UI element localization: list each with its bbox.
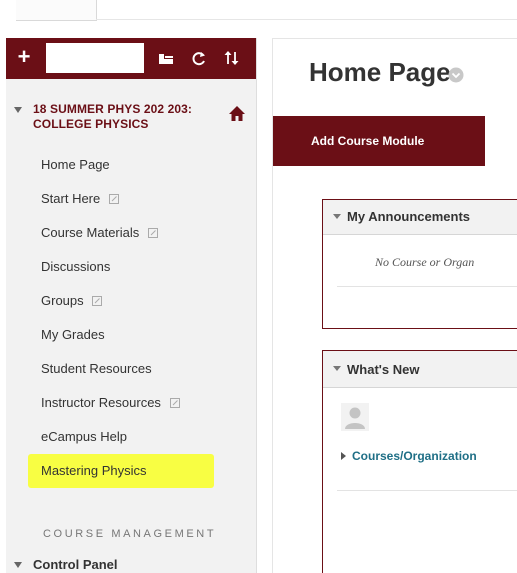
courses-organizations-link[interactable]: Courses/Organization bbox=[341, 449, 477, 463]
module-title: What's New bbox=[347, 362, 420, 377]
top-strip bbox=[0, 0, 517, 26]
collapse-caret-icon[interactable] bbox=[333, 366, 341, 371]
menu-item-ecampus-help[interactable]: eCampus Help bbox=[6, 420, 256, 454]
menu-item-label: Groups bbox=[41, 293, 84, 308]
divider bbox=[337, 286, 517, 287]
home-icon[interactable] bbox=[228, 105, 246, 123]
whats-new-module: What's New Courses/Organization bbox=[322, 350, 517, 573]
menu-item-label: My Grades bbox=[41, 327, 105, 342]
module-title: My Announcements bbox=[347, 209, 471, 224]
collapse-caret-icon[interactable] bbox=[14, 562, 22, 568]
menu-item-label: Mastering Physics bbox=[41, 463, 147, 478]
menu-item-student-resources[interactable]: Student Resources bbox=[6, 352, 256, 386]
course-menu: + 18 SUMMER PHYS 202 203: COLLEGE PHYSIC… bbox=[6, 38, 257, 573]
menu-item-label: Discussions bbox=[41, 259, 111, 274]
menu-item-label: Student Resources bbox=[41, 361, 152, 376]
menu-item-label: Instructor Resources bbox=[41, 395, 161, 410]
course-menu-toolbar: + bbox=[6, 38, 256, 79]
blackboard-course-page: + 18 SUMMER PHYS 202 203: COLLEGE PHYSIC… bbox=[0, 0, 517, 573]
course-title[interactable]: 18 SUMMER PHYS 202 203: COLLEGE PHYSICS bbox=[33, 102, 208, 132]
menu-item-my-grades[interactable]: My Grades bbox=[6, 318, 256, 352]
page-title: Home Page bbox=[309, 57, 451, 87]
course-management-label: COURSE MANAGEMENT bbox=[43, 528, 217, 540]
page-title-row: Home Page bbox=[273, 57, 517, 101]
module-header: What's New bbox=[323, 351, 517, 388]
external-link-icon bbox=[169, 398, 180, 408]
course-menu-search-input[interactable] bbox=[46, 43, 144, 73]
add-course-module-button[interactable]: Add Course Module bbox=[273, 116, 485, 166]
menu-item-label: Home Page bbox=[41, 157, 110, 172]
folder-view-icon[interactable] bbox=[155, 47, 177, 69]
chevron-down-icon[interactable] bbox=[448, 67, 464, 83]
sort-arrows-icon[interactable] bbox=[221, 47, 243, 69]
courses-organizations-label: Courses/Organization bbox=[352, 449, 477, 463]
menu-item-mastering-physics[interactable]: Mastering Physics bbox=[6, 454, 256, 488]
top-strip-box bbox=[16, 0, 97, 21]
user-avatar-icon bbox=[341, 403, 369, 431]
external-link-icon bbox=[108, 194, 119, 204]
menu-item-label: Start Here bbox=[41, 191, 101, 206]
divider bbox=[337, 490, 517, 491]
collapse-caret-icon[interactable] bbox=[333, 214, 341, 219]
control-panel-toggle[interactable]: Control Panel bbox=[6, 550, 256, 573]
menu-item-groups[interactable]: Groups bbox=[6, 284, 256, 318]
course-title-row[interactable]: 18 SUMMER PHYS 202 203: COLLEGE PHYSICS bbox=[6, 95, 256, 145]
control-panel-label: Control Panel bbox=[33, 557, 118, 572]
menu-item-label: Course Materials bbox=[41, 225, 140, 240]
external-link-icon bbox=[147, 228, 158, 238]
my-announcements-module: My Announcements No Course or Organ bbox=[322, 199, 517, 329]
collapse-caret-icon[interactable] bbox=[14, 107, 22, 113]
course-menu-list: Home Page Start Here Course Materials Di… bbox=[6, 148, 256, 488]
menu-item-instructor-resources[interactable]: Instructor Resources bbox=[6, 386, 256, 420]
menu-item-start-here[interactable]: Start Here bbox=[6, 182, 256, 216]
refresh-icon[interactable] bbox=[188, 47, 210, 69]
menu-item-discussions[interactable]: Discussions bbox=[6, 250, 256, 284]
empty-message: No Course or Organ bbox=[375, 255, 475, 269]
menu-item-home-page[interactable]: Home Page bbox=[6, 148, 256, 182]
top-strip-line bbox=[96, 19, 517, 20]
external-link-icon bbox=[92, 296, 103, 306]
plus-icon[interactable]: + bbox=[12, 45, 36, 69]
menu-item-label: eCampus Help bbox=[41, 429, 127, 444]
main-content: Home Page Add Course Module My Announcem… bbox=[272, 38, 517, 573]
expand-triangle-icon[interactable] bbox=[341, 452, 346, 460]
menu-item-course-materials[interactable]: Course Materials bbox=[6, 216, 256, 250]
module-header: My Announcements bbox=[323, 200, 517, 235]
